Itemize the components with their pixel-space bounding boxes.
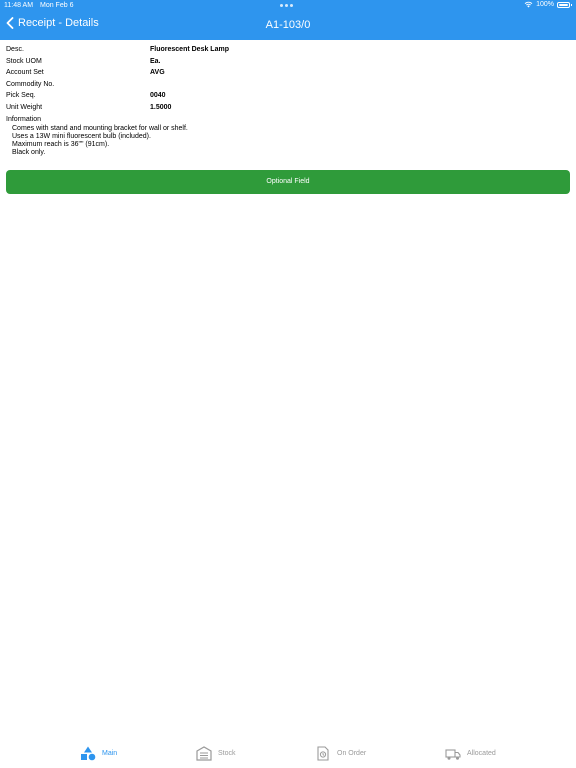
detail-value: Ea. xyxy=(150,57,161,65)
order-document-icon xyxy=(317,746,329,761)
detail-row-commodity-no: Commodity No. xyxy=(6,79,570,91)
status-time: 11:48 AM xyxy=(4,2,34,9)
page-title: A1-103/0 xyxy=(265,19,311,31)
tab-bar: Main Stock On Order Allocated xyxy=(0,738,576,768)
tab-label: On Order xyxy=(337,750,367,757)
tab-allocated[interactable]: Allocated xyxy=(445,746,496,761)
information-line: Maximum reach is 36"" (91cm). xyxy=(12,140,110,148)
detail-label: Unit Weight xyxy=(6,103,43,111)
shapes-icon xyxy=(81,746,96,761)
detail-value: AVG xyxy=(150,69,165,77)
delivery-truck-icon xyxy=(445,749,461,760)
detail-label: Pick Seq. xyxy=(6,92,36,100)
battery-icon xyxy=(557,1,572,8)
detail-label: Account Set xyxy=(6,69,44,77)
detail-label: Commodity No. xyxy=(6,80,55,88)
tab-main[interactable]: Main xyxy=(80,746,117,761)
information-label: Information xyxy=(6,115,42,123)
detail-row-account-set: Account Set AVG xyxy=(6,67,570,79)
information-line: Black only. xyxy=(12,149,46,157)
status-date: Mon Feb 6 xyxy=(40,2,74,9)
wifi-icon xyxy=(524,1,533,8)
detail-row-pick-seq: Pick Seq. 0040 xyxy=(6,90,570,102)
tab-label: Stock xyxy=(218,750,236,757)
detail-row-desc: Desc. Fluorescent Desk Lamp xyxy=(6,44,570,56)
status-indicators: 100% xyxy=(524,1,572,8)
tab-on-order[interactable]: On Order xyxy=(315,746,366,761)
battery-level xyxy=(559,3,568,6)
tab-stock[interactable]: Stock xyxy=(196,746,236,761)
detail-value: Fluorescent Desk Lamp xyxy=(150,46,229,53)
detail-row-unit-weight: Unit Weight 1.5000 xyxy=(6,102,570,114)
information-text: Comes with stand and mounting bracket fo… xyxy=(12,125,570,158)
detail-value: 1.5000 xyxy=(150,103,172,111)
information-line: Uses a 13W mini fluorescent bulb (includ… xyxy=(12,132,151,140)
multitasking-dots-icon[interactable] xyxy=(280,4,293,7)
app-root: 11:48 AM Mon Feb 6 100% Receipt - Detail… xyxy=(0,0,576,768)
warehouse-icon xyxy=(196,746,212,761)
battery-percent: 100% xyxy=(536,1,554,8)
optional-field-button[interactable]: Optional Field xyxy=(6,170,570,194)
information-line: Comes with stand and mounting bracket fo… xyxy=(12,124,188,132)
tab-label: Main xyxy=(102,750,118,757)
tab-label: Allocated xyxy=(467,750,496,757)
detail-row-stock-uom: Stock UOM Ea. xyxy=(6,56,570,68)
detail-label: Desc. xyxy=(6,46,24,53)
detail-label: Stock UOM xyxy=(6,57,42,65)
item-details: Desc. Fluorescent Desk Lamp Stock UOM Ea… xyxy=(6,44,570,157)
navigation-bar: 11:48 AM Mon Feb 6 100% Receipt - Detail… xyxy=(0,0,576,40)
detail-value: 0040 xyxy=(150,92,166,100)
